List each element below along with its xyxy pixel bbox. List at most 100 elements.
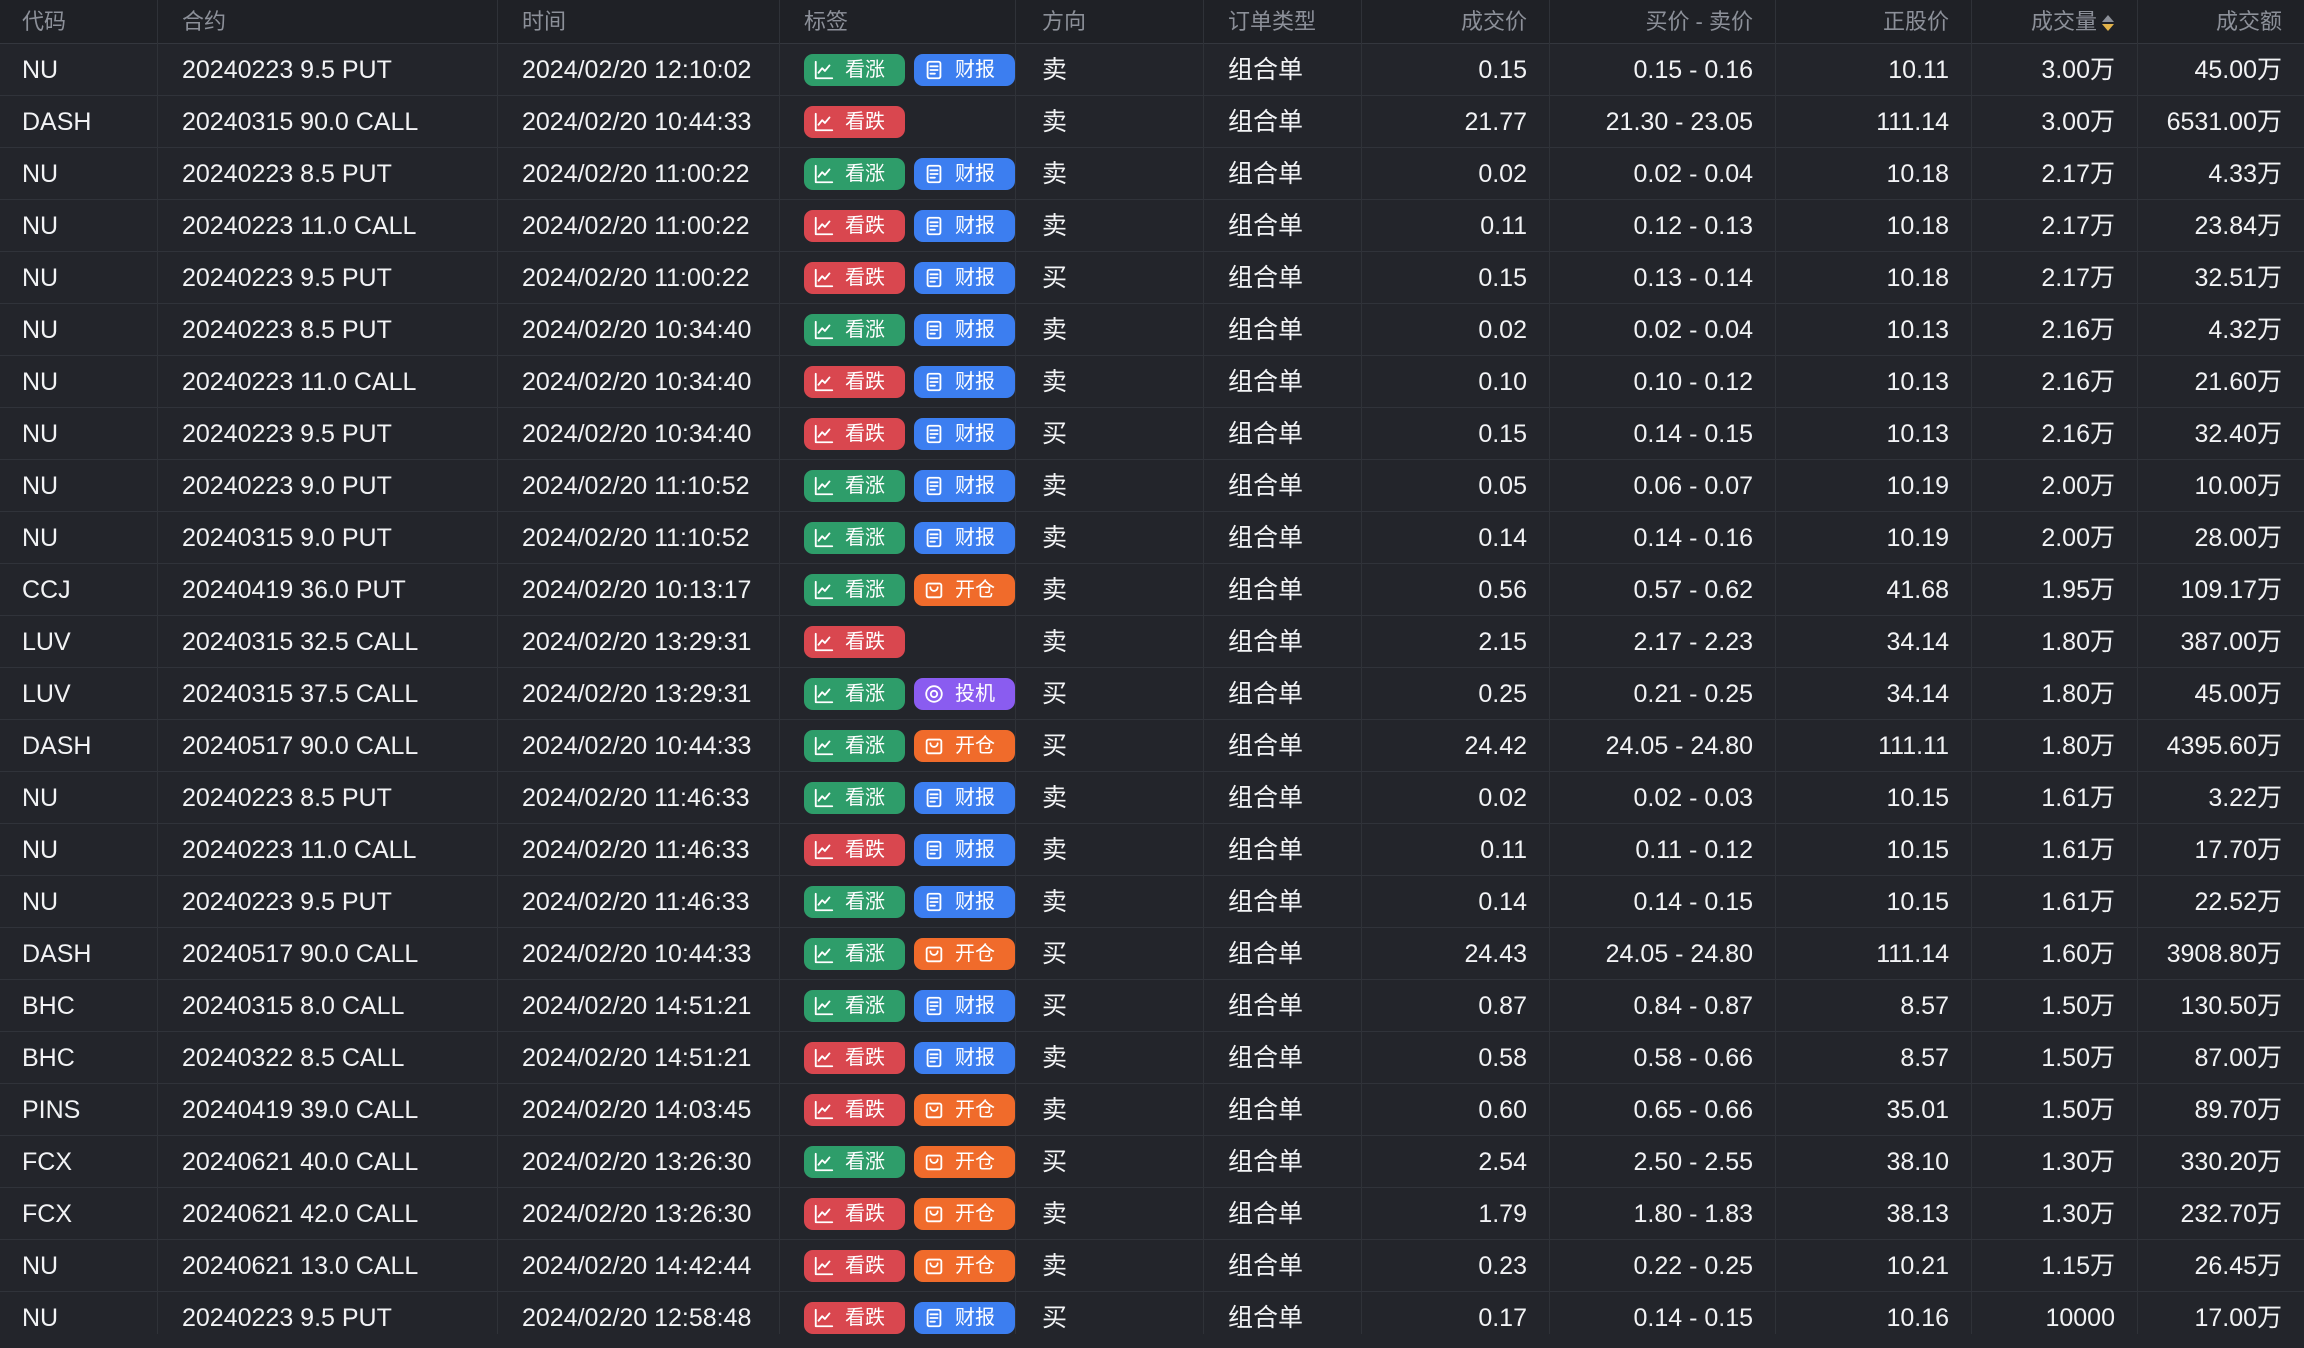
cell-stock-price: 10.19 [1776, 459, 1972, 512]
header-time[interactable]: 时间 [498, 0, 780, 44]
cell-volume: 2.17万 [1972, 251, 2138, 304]
header-price[interactable]: 成交价 [1362, 0, 1550, 44]
document-icon [923, 267, 955, 289]
table-row[interactable]: NU 20240223 11.0 CALL 2024/02/20 11:46:33 看… [0, 823, 2304, 876]
table-row[interactable]: LUV 20240315 37.5 CALL 2024/02/20 13:29:31… [0, 667, 2304, 720]
header-order-type[interactable]: 订单类型 [1204, 0, 1362, 44]
cell-price: 0.25 [1362, 667, 1550, 720]
header-stock-price[interactable]: 正股价 [1776, 0, 1972, 44]
tag-earnings: 财报 [914, 1041, 1015, 1074]
table-row[interactable]: DASH 20240315 90.0 CALL 2024/02/20 10:44:3… [0, 95, 2304, 148]
cell-volume: 1.61万 [1972, 823, 2138, 876]
cell-volume: 2.17万 [1972, 147, 2138, 200]
cell-order-type: 组合单 [1204, 1187, 1362, 1240]
table-row[interactable]: NU 20240315 9.0 PUT 2024/02/20 11:10:52 看涨 财… [0, 511, 2304, 564]
header-bid-ask[interactable]: 买价 - 卖价 [1550, 0, 1776, 44]
table-row[interactable]: NU 20240223 11.0 CALL 2024/02/20 11:00:22 看… [0, 199, 2304, 252]
table-row[interactable]: BHC 20240322 8.5 CALL 2024/02/20 14:51:21 看… [0, 1031, 2304, 1084]
tag-down: 看跌 [804, 1249, 905, 1282]
header-amount[interactable]: 成交额 [2138, 0, 2304, 44]
sort-icon[interactable] [2101, 14, 2115, 32]
table-row[interactable]: NU 20240223 8.5 PUT 2024/02/20 11:46:33 看涨 财… [0, 771, 2304, 824]
tag-open: 开仓 [914, 937, 1015, 970]
tag-up: 看涨 [804, 573, 905, 606]
tag-up: 看涨 [804, 1145, 905, 1178]
cell-amount: 4395.60万 [2166, 731, 2282, 760]
cell-order-type: 组合单 [1204, 459, 1362, 512]
tag-earnings: 财报 [914, 1301, 1015, 1334]
table-row[interactable]: NU 20240223 9.5 PUT 2024/02/20 11:46:33 看涨 财… [0, 875, 2304, 928]
cell-contract: 20240223 11.0 CALL [158, 823, 498, 876]
table-row[interactable]: FCX 20240621 40.0 CALL 2024/02/20 13:26:30… [0, 1135, 2304, 1188]
cell-time: 2024/02/20 10:44:33 [498, 95, 780, 148]
cell-direction: 卖 [1016, 459, 1204, 512]
cell-stock-price: 38.13 [1776, 1187, 1972, 1240]
table-row[interactable]: NU 20240223 11.0 CALL 2024/02/20 10:34:40 看… [0, 355, 2304, 408]
cell-price: 0.15 [1362, 251, 1550, 304]
cell-amount: 130.50万 [2180, 991, 2282, 1020]
tag-label: 财报 [955, 526, 995, 549]
table-row[interactable]: NU 20240223 9.5 PUT 2024/02/20 12:10:02 看涨 财… [0, 43, 2304, 96]
table-row[interactable]: NU 20240621 13.0 CALL 2024/02/20 14:42:44 看… [0, 1239, 2304, 1292]
chart-icon [813, 267, 845, 289]
cell-order-type: 组合单 [1204, 667, 1362, 720]
table-row[interactable]: LUV 20240315 32.5 CALL 2024/02/20 13:29:31… [0, 615, 2304, 668]
cell-code: CCJ [0, 563, 158, 616]
cell-stock-price: 10.18 [1776, 199, 1972, 252]
tag-earnings: 财报 [914, 313, 1015, 346]
tag-label: 财报 [955, 318, 995, 341]
cell-code: NU [0, 1239, 158, 1292]
tag-label: 看涨 [845, 318, 885, 341]
cell-tags: 看跌 财报 [780, 823, 1016, 876]
table-row[interactable]: NU 20240223 9.5 PUT 2024/02/20 11:00:22 看跌 财… [0, 251, 2304, 304]
tag-label: 看跌 [845, 266, 885, 289]
cell-bid-ask: 2.50 - 2.55 [1550, 1135, 1776, 1188]
table-row[interactable]: FCX 20240621 42.0 CALL 2024/02/20 13:26:30… [0, 1187, 2304, 1240]
cell-contract: 20240223 9.0 PUT [158, 459, 498, 512]
cell-direction: 卖 [1016, 1187, 1204, 1240]
cell-time: 2024/02/20 14:51:21 [498, 1031, 780, 1084]
cell-tags: 看跌 财报 [780, 407, 1016, 460]
tag-label: 开仓 [955, 1254, 995, 1277]
tag-label: 看涨 [845, 58, 885, 81]
table-row[interactable]: NU 20240223 9.0 PUT 2024/02/20 11:10:52 看涨 财… [0, 459, 2304, 512]
cell-volume: 1.80万 [1972, 719, 2138, 772]
cell-price: 0.05 [1362, 459, 1550, 512]
cell-price: 0.87 [1362, 979, 1550, 1032]
table-row[interactable]: DASH 20240517 90.0 CALL 2024/02/20 10:44:3… [0, 927, 2304, 980]
tag-down: 看跌 [804, 833, 905, 866]
chart-icon [813, 1047, 845, 1069]
header-code[interactable]: 代码 [0, 0, 158, 44]
cell-amount: 45.00万 [2194, 55, 2282, 84]
cell-bid-ask: 0.02 - 0.04 [1550, 303, 1776, 356]
tag-label: 看涨 [845, 1150, 885, 1173]
header-tags[interactable]: 标签 [780, 0, 1016, 44]
tag-label: 看跌 [845, 1254, 885, 1277]
header-contract[interactable]: 合约 [158, 0, 498, 44]
table-row[interactable]: NU 20240223 8.5 PUT 2024/02/20 10:34:40 看涨 财… [0, 303, 2304, 356]
header-direction[interactable]: 方向 [1016, 0, 1204, 44]
cell-bid-ask: 0.84 - 0.87 [1550, 979, 1776, 1032]
table-row[interactable]: CCJ 20240419 36.0 PUT 2024/02/20 10:13:17 看… [0, 563, 2304, 616]
cell-direction: 卖 [1016, 1031, 1204, 1084]
table-row[interactable]: DASH 20240517 90.0 CALL 2024/02/20 10:44:3… [0, 719, 2304, 772]
cell-amount: 87.00万 [2194, 1043, 2282, 1072]
table-row[interactable]: NU 20240223 9.5 PUT 2024/02/20 10:34:40 看跌 财… [0, 407, 2304, 460]
cell-amount: 4.33万 [2208, 159, 2282, 188]
table-row[interactable]: BHC 20240315 8.0 CALL 2024/02/20 14:51:21 看… [0, 979, 2304, 1032]
cell-direction: 卖 [1016, 199, 1204, 252]
cell-direction: 卖 [1016, 355, 1204, 408]
header-volume[interactable]: 成交量 [1972, 0, 2138, 44]
cell-direction: 卖 [1016, 1239, 1204, 1292]
cell-code: NU [0, 771, 158, 824]
table-row[interactable]: PINS 20240419 39.0 CALL 2024/02/20 14:03:4… [0, 1083, 2304, 1136]
table-row[interactable]: NU 20240223 8.5 PUT 2024/02/20 11:00:22 看涨 财… [0, 147, 2304, 200]
tag-down: 看跌 [804, 625, 905, 658]
cell-order-type: 组合单 [1204, 1083, 1362, 1136]
cell-bid-ask: 0.57 - 0.62 [1550, 563, 1776, 616]
cell-volume: 1.50万 [1972, 1083, 2138, 1136]
tag-up: 看涨 [804, 677, 905, 710]
document-icon [923, 1307, 955, 1329]
tag-up: 看涨 [804, 521, 905, 554]
cell-amount: 32.40万 [2194, 419, 2282, 448]
